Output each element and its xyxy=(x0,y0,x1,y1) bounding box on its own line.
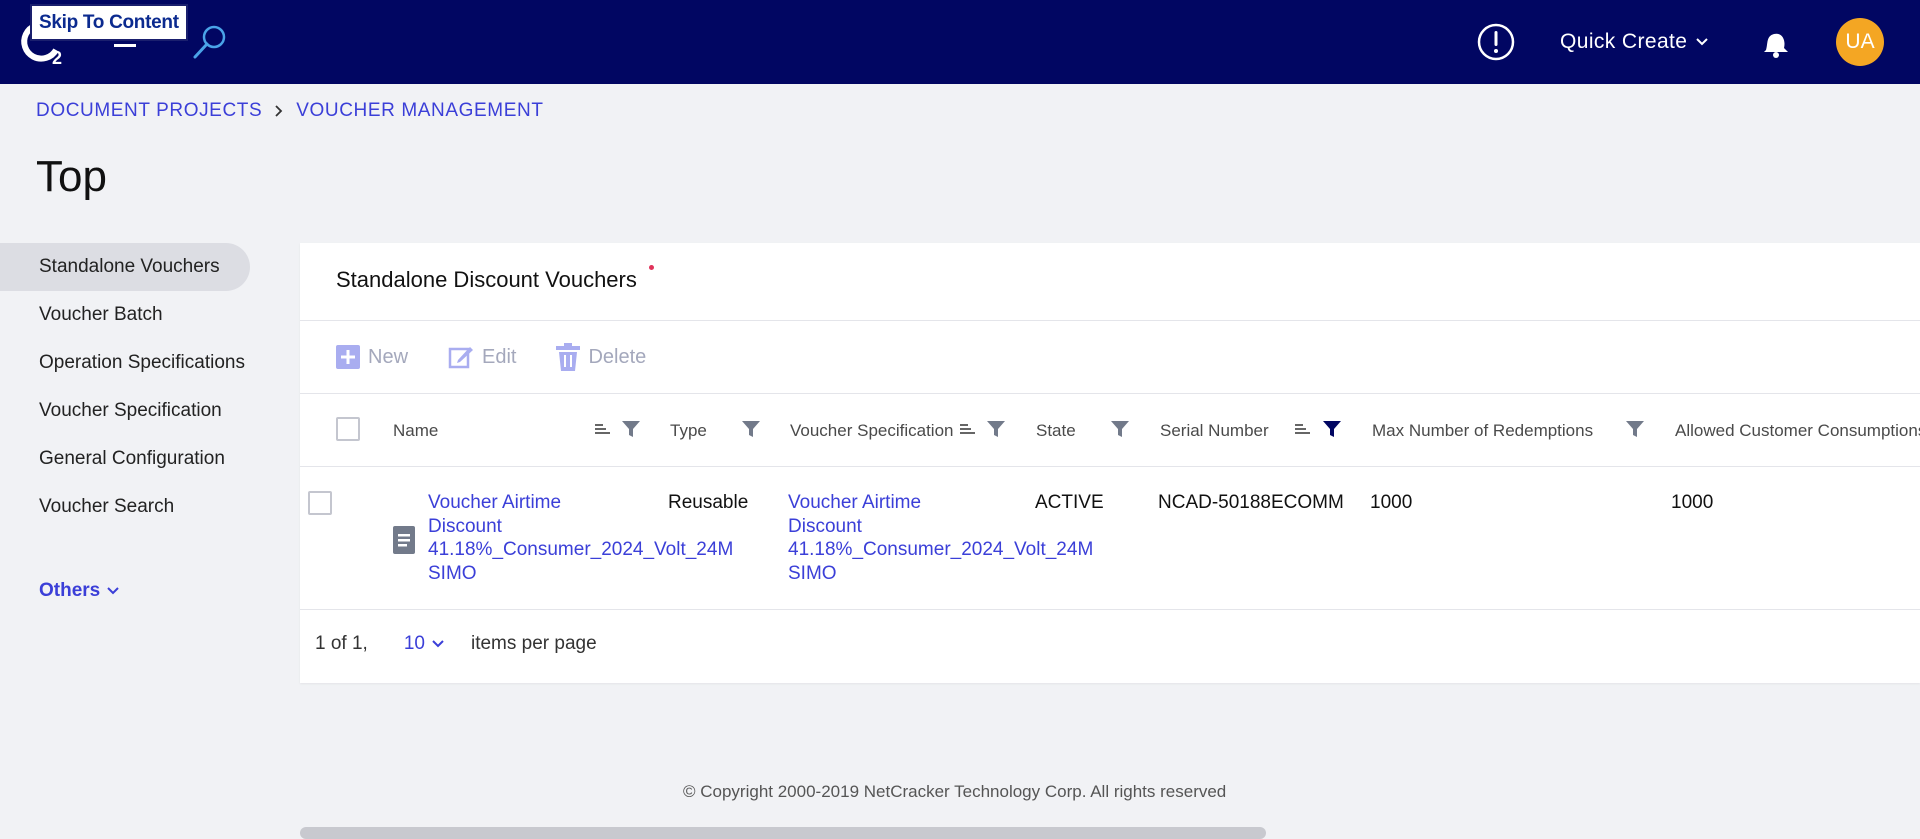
sidebar-item-voucher-specification[interactable]: Voucher Specification xyxy=(0,387,260,435)
toolbar: New Edit Delete xyxy=(336,341,646,373)
vouchers-card: Standalone Discount Vouchers New Edit De… xyxy=(300,243,1920,683)
breadcrumb: DOCUMENT PROJECTS VOUCHER MANAGEMENT xyxy=(36,99,544,123)
column-header-name[interactable]: Name xyxy=(393,421,438,441)
column-header-max-redemptions[interactable]: Max Number of Redemptions xyxy=(1372,421,1593,441)
filter-icon-active[interactable] xyxy=(1322,419,1342,439)
column-header-voucher-specification[interactable]: Voucher Specification xyxy=(790,421,954,441)
column-header-serial-number[interactable]: Serial Number xyxy=(1160,421,1269,441)
skip-to-content-link[interactable]: Skip To Content xyxy=(30,4,188,41)
row-spec-line: 41.18%_Consumer_2024_Volt_24M xyxy=(788,539,1094,560)
plus-icon xyxy=(336,345,360,369)
edit-button-label: Edit xyxy=(482,345,517,368)
row-state: ACTIVE xyxy=(1035,492,1104,513)
delete-button-label: Delete xyxy=(588,345,647,368)
user-avatar[interactable]: UA xyxy=(1836,18,1884,66)
footer-copyright: © Copyright 2000-2019 NetCracker Technol… xyxy=(683,782,1227,801)
filter-icon[interactable] xyxy=(1625,419,1645,439)
row-name-line: SIMO xyxy=(428,562,477,584)
sort-icon[interactable] xyxy=(958,419,978,439)
chevron-down-icon xyxy=(107,587,119,595)
divider xyxy=(300,466,1920,467)
divider xyxy=(300,609,1920,610)
top-bar: 2 Skip To Content Quick Create UA xyxy=(0,0,1920,84)
filter-icon[interactable] xyxy=(741,419,761,439)
column-header-type[interactable]: Type xyxy=(670,421,707,441)
pagination-range: 1 of 1, xyxy=(315,633,368,654)
horizontal-scrollbar[interactable] xyxy=(300,827,1266,839)
divider xyxy=(300,393,1920,394)
hamburger-icon[interactable] xyxy=(114,44,136,47)
breadcrumb-document-projects[interactable]: DOCUMENT PROJECTS xyxy=(36,100,262,122)
select-all-checkbox[interactable] xyxy=(336,417,360,441)
row-spec-line: SIMO xyxy=(788,562,837,584)
sort-icon[interactable] xyxy=(593,419,613,439)
edit-button[interactable]: Edit xyxy=(448,341,516,373)
divider xyxy=(300,320,1920,321)
filter-icon[interactable] xyxy=(621,419,641,439)
search-icon[interactable] xyxy=(190,22,230,62)
card-title: Standalone Discount Vouchers xyxy=(336,267,637,292)
edit-icon xyxy=(448,347,474,369)
sidebar-others-label: Others xyxy=(39,580,101,601)
sidebar-item-standalone-vouchers[interactable]: Standalone Vouchers xyxy=(0,243,250,291)
sidebar-item-general-configuration[interactable]: General Configuration xyxy=(0,435,260,483)
bell-icon[interactable] xyxy=(1758,28,1792,58)
column-header-state[interactable]: State xyxy=(1036,421,1076,441)
row-name-line: 41.18%_Consumer_2024_Volt_24M xyxy=(428,539,734,560)
new-button-label: New xyxy=(368,345,409,368)
column-header-allowed-consumptions[interactable]: Allowed Customer Consumptions xyxy=(1675,421,1920,441)
chevron-right-icon xyxy=(275,105,283,117)
items-per-page-label: items per page xyxy=(470,633,597,654)
trash-icon xyxy=(556,343,581,371)
sort-icon[interactable] xyxy=(1293,419,1313,439)
row-type: Reusable xyxy=(668,492,749,513)
row-name-line: Discount xyxy=(428,515,502,537)
required-indicator xyxy=(649,265,654,270)
side-nav: Standalone Vouchers Voucher Batch Operat… xyxy=(0,243,260,531)
row-checkbox[interactable] xyxy=(308,491,332,515)
breadcrumb-voucher-management[interactable]: VOUCHER MANAGEMENT xyxy=(296,100,543,122)
sidebar-others-toggle[interactable]: Others xyxy=(39,580,120,602)
document-icon xyxy=(393,526,415,554)
page-size-select[interactable]: 10 xyxy=(404,633,445,655)
row-spec-line: Discount xyxy=(788,515,862,537)
chevron-down-icon xyxy=(432,640,444,648)
alert-icon[interactable] xyxy=(1476,22,1516,62)
filter-icon[interactable] xyxy=(1110,419,1130,439)
logo-subscript: 2 xyxy=(52,48,62,66)
chevron-down-icon xyxy=(1696,38,1709,46)
quick-create-menu[interactable]: Quick Create xyxy=(1560,26,1709,58)
filter-icon[interactable] xyxy=(986,419,1006,439)
row-max-redemptions: 1000 xyxy=(1370,492,1413,513)
sidebar-item-operation-specifications[interactable]: Operation Specifications xyxy=(0,339,260,387)
sidebar-item-voucher-batch[interactable]: Voucher Batch xyxy=(0,291,260,339)
quick-create-label: Quick Create xyxy=(1560,30,1688,53)
page-title: Top xyxy=(36,152,107,201)
sidebar-item-voucher-search[interactable]: Voucher Search xyxy=(0,483,260,531)
pagination: 1 of 1, 10 items per page xyxy=(315,633,597,655)
delete-button[interactable]: Delete xyxy=(556,341,646,373)
page-size-value: 10 xyxy=(403,633,425,654)
new-button[interactable]: New xyxy=(336,341,408,373)
row-allowed-consumptions: 1000 xyxy=(1671,492,1714,513)
row-serial-number: NCAD-50188ECOMM xyxy=(1158,492,1344,513)
